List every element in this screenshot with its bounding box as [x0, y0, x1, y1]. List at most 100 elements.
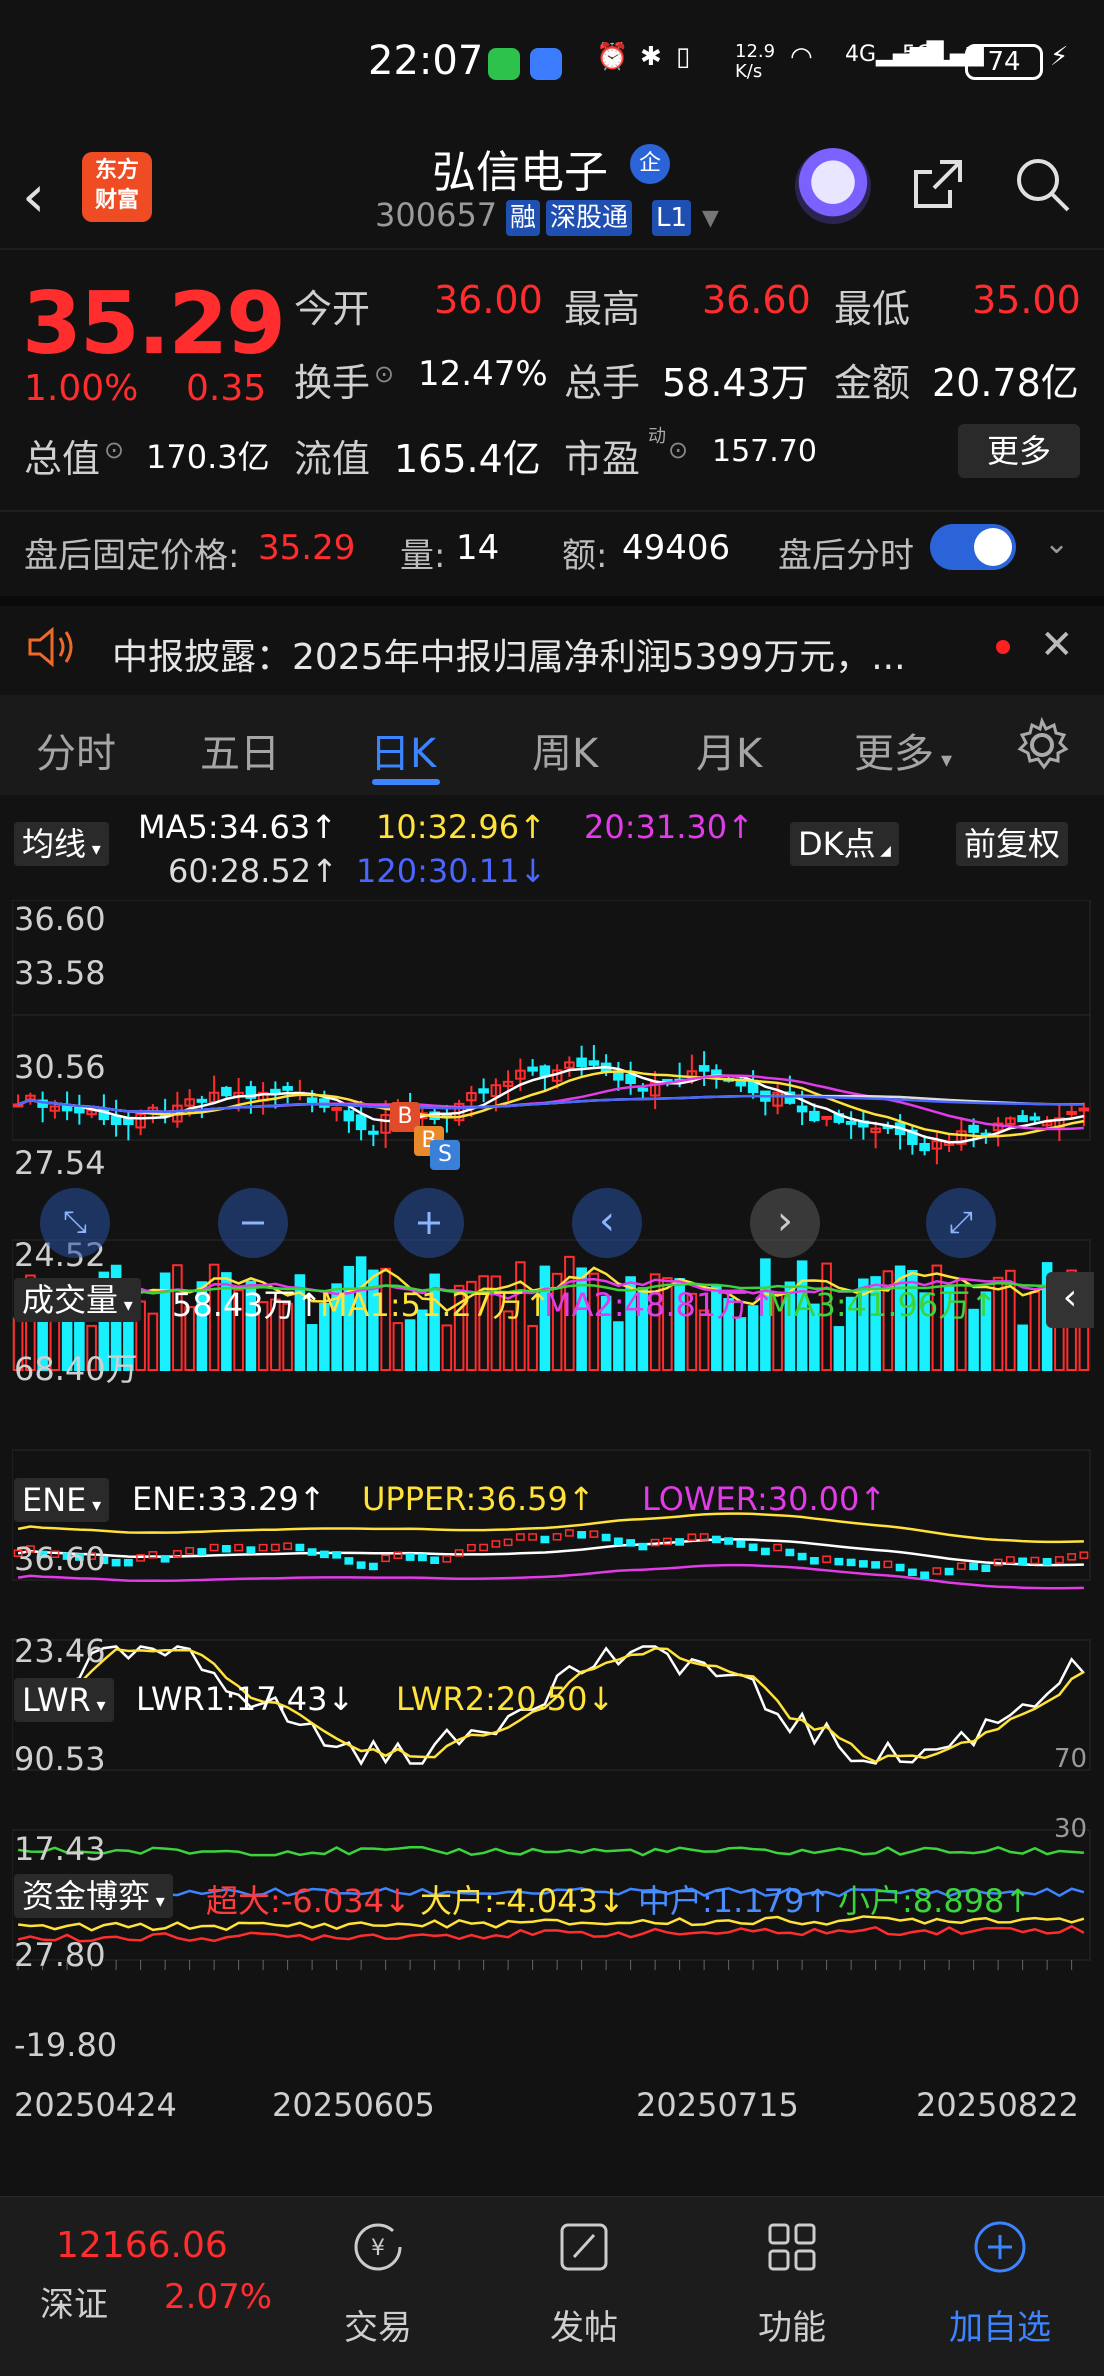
tab-intraday[interactable]: 分时 — [36, 721, 116, 779]
search-icon[interactable] — [1012, 154, 1072, 214]
ene-candle — [956, 1562, 966, 1570]
tab-monthly-k[interactable]: 月K — [696, 721, 762, 779]
index-name[interactable]: 深证 — [40, 2277, 108, 2326]
scroll-left-button[interactable]: ‹ — [572, 1188, 642, 1258]
kline-chart-area[interactable]: 均线 ▾ MA5:34.63↑ 10:32.96↑ 20:31.30↑ 60:2… — [0, 800, 1104, 2150]
nav-post[interactable]: 发帖 — [504, 2217, 664, 2349]
after-hours-row: 盘后固定价格: 35.29 量: 14 额: 49406 盘后分时 ⌄ — [0, 510, 1104, 586]
ene-candle — [1067, 1553, 1077, 1561]
open-label: 今开 — [294, 287, 371, 331]
adjust-button[interactable]: 前复权 — [956, 822, 1069, 866]
candle-body — [613, 1071, 624, 1081]
vol-ma1: MA1:51.27万↑ — [320, 1286, 552, 1324]
panel-collapse-button[interactable]: ‹ — [1046, 1272, 1094, 1328]
candle-body — [1029, 1116, 1041, 1121]
ene-candle — [748, 1543, 758, 1552]
index-value[interactable]: 12166.06 — [56, 2225, 228, 2266]
ma-dropdown[interactable]: 均线 ▾ — [14, 822, 109, 866]
tab-daily-k[interactable]: 日K — [370, 721, 436, 779]
ene-candle — [834, 1557, 844, 1566]
ene-candle — [319, 1550, 329, 1559]
fund-dropdown[interactable]: 资金博弈 ▾ — [14, 1874, 173, 1918]
scroll-right-button[interactable]: › — [750, 1188, 820, 1258]
ene-candle — [1005, 1556, 1015, 1564]
toggle-knob — [974, 528, 1012, 566]
zoom-out-button[interactable] — [218, 1188, 288, 1258]
ene-candle — [344, 1557, 354, 1565]
plus-icon — [418, 1212, 440, 1234]
candle-body — [919, 1142, 930, 1152]
volume-value: 58.43万↑ — [172, 1286, 323, 1324]
ene-candle — [760, 1547, 770, 1556]
gear-icon[interactable] — [1014, 717, 1070, 773]
chevron-down-icon[interactable]: ▼ — [702, 206, 719, 231]
high-value: 36.60 — [702, 278, 811, 322]
lwr-dropdown[interactable]: LWR ▾ — [14, 1678, 114, 1722]
tab-more[interactable]: 更多 ▾ — [854, 721, 952, 779]
tab-five-day[interactable]: 五日 — [200, 721, 280, 779]
share-icon[interactable] — [910, 156, 966, 212]
high-label: 最高 — [564, 287, 641, 331]
apps-icon — [768, 2223, 816, 2271]
info-icon[interactable]: ⊙ — [374, 360, 394, 388]
candle-body — [61, 1105, 73, 1112]
candle-body — [196, 1098, 208, 1103]
after-hours-toggle[interactable] — [930, 524, 1016, 570]
close-icon[interactable]: ✕ — [1040, 622, 1074, 668]
tab-weekly-k[interactable]: 周K — [532, 721, 598, 779]
robot-assistant-icon[interactable] — [795, 148, 871, 224]
vol-ma2: MA2:48.81万↑ — [544, 1286, 776, 1324]
after-vol: 14 — [456, 528, 500, 568]
volume-bar — [392, 1322, 404, 1372]
ene-candle — [822, 1555, 832, 1563]
more-button[interactable]: 更多 — [958, 424, 1080, 478]
ma60-value: 60:28.52↑ — [168, 852, 338, 890]
fullscreen-icon[interactable]: ⤢ — [926, 1188, 996, 1258]
nav-trade[interactable]: ¥ 交易 — [298, 2217, 458, 2349]
chevron-down-icon[interactable]: ⌄ — [1044, 526, 1069, 561]
tag-level: L1 — [652, 200, 692, 236]
info-icon[interactable]: ⊙ — [668, 436, 688, 464]
ma20-value: 20:31.30↑ — [584, 808, 754, 846]
price-axis-label: 33.58 — [14, 954, 106, 992]
after-amt-label: 额: — [562, 536, 608, 576]
nav-add-watchlist[interactable]: 加自选 — [920, 2217, 1080, 2349]
ene-candle — [773, 1543, 783, 1552]
wifi-icon: ◠ — [790, 42, 813, 72]
candle-body — [110, 1115, 122, 1126]
nav-add-label: 加自选 — [949, 2308, 1051, 2348]
ene-dropdown[interactable]: ENE ▾ — [14, 1478, 110, 1522]
wechat-icon — [488, 48, 520, 80]
candle-body — [625, 1073, 636, 1085]
zoom-in-button[interactable] — [394, 1188, 464, 1258]
volume-dropdown[interactable]: 成交量 ▾ — [14, 1278, 141, 1322]
bottom-nav: 12166.06 深证 2.07% ¥ 交易 发帖 功能 加自选 — [0, 2196, 1104, 2376]
collapse-icon[interactable]: ⤡ — [40, 1188, 110, 1258]
ene-candle — [491, 1540, 501, 1548]
candle-body — [355, 1114, 367, 1131]
price-axis-label: 36.60 — [14, 900, 106, 938]
dk-point-button[interactable]: DK点 ◢ — [790, 822, 899, 866]
app-logo[interactable]: 东方 财富 — [82, 152, 152, 222]
ma10-value: 10:32.96↑ — [376, 808, 546, 846]
back-button[interactable]: ‹ — [22, 162, 45, 230]
ene-candle — [626, 1539, 636, 1547]
notice-bar[interactable]: 中报披露：2025年中报归属净利润5399万元，... ✕ — [0, 596, 1104, 688]
sell-marker[interactable]: S — [430, 1140, 460, 1170]
ene-candle — [797, 1552, 807, 1561]
ene-candle — [197, 1548, 207, 1556]
date-label: 20250822 — [916, 2086, 1079, 2124]
ene-upper: UPPER:36.59↑ — [362, 1480, 595, 1518]
fund-axis-label: 27.80 — [14, 1936, 106, 1974]
volume-bar — [159, 1272, 171, 1371]
nav-function[interactable]: 功能 — [712, 2217, 872, 2349]
volume-label: 总手 — [564, 361, 641, 405]
index-change[interactable]: 2.07% — [164, 2277, 272, 2317]
ma120-value: 120:30.11↓ — [356, 852, 547, 890]
ene-candle — [785, 1548, 795, 1557]
volume-bar — [1029, 1291, 1041, 1372]
info-icon[interactable]: ⊙ — [104, 436, 124, 464]
tag-margin: 融 — [506, 200, 541, 236]
ene-candle — [123, 1558, 133, 1567]
ene-candle — [724, 1537, 734, 1545]
